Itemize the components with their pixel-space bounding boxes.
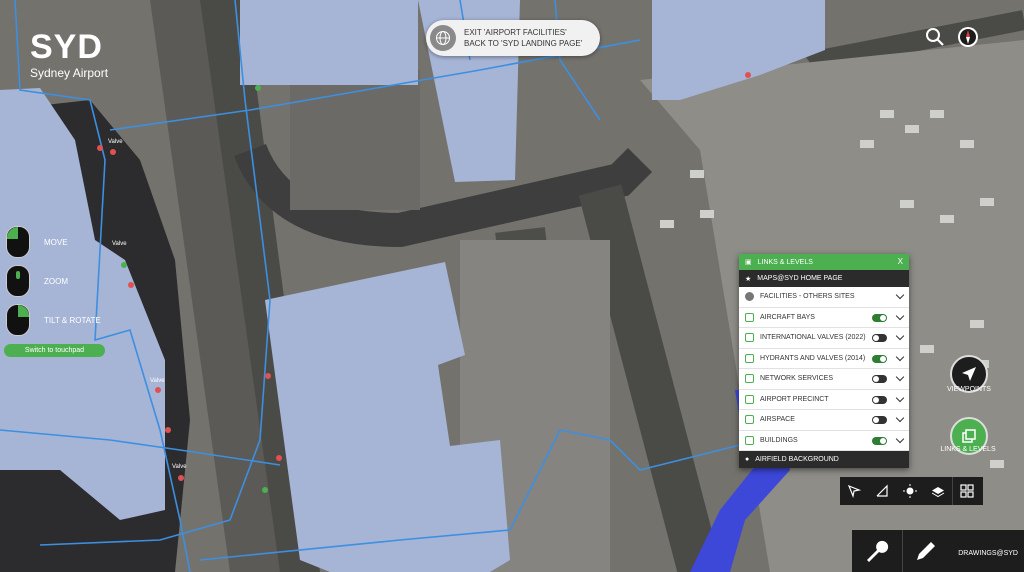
building-top-center: [240, 0, 418, 85]
logo-subtitle: Sydney Airport: [30, 66, 109, 80]
measure-angle-icon[interactable]: [868, 477, 896, 505]
layer-label: AIRPORT PRECINCT: [760, 395, 829, 403]
layer-icon: [745, 312, 754, 322]
facilities-icon: [745, 292, 754, 302]
chevron-down-icon[interactable]: [895, 372, 905, 382]
layer-icon: [745, 415, 754, 425]
layer-row-hydrants-valves[interactable]: HYDRANTS AND VALVES (2014): [739, 349, 909, 369]
layer-label: FACILITIES - OTHERS SITES: [760, 293, 855, 301]
grid-icon[interactable]: [952, 477, 981, 505]
layer-toggle[interactable]: [872, 354, 887, 363]
layer-label: AIRSPACE: [760, 416, 795, 424]
chevron-down-icon[interactable]: [895, 352, 905, 361]
dot-icon: ●: [745, 456, 750, 463]
control-move-label: MOVE: [44, 237, 68, 247]
layer-label: BUILDINGS: [760, 436, 798, 444]
control-zoom: ZOOM: [6, 265, 68, 297]
layer-toggle[interactable]: [872, 395, 887, 404]
svg-text:Valve: Valve: [172, 464, 187, 470]
chevron-down-icon[interactable]: [895, 290, 905, 300]
viewpoints-label: VIEWPOINTS: [947, 386, 991, 393]
layer-icon: [745, 353, 754, 363]
layer-icon: [745, 374, 754, 384]
exit-to-landing-button[interactable]: EXIT 'AIRPORT FACILITIES' BACK TO 'SYD L…: [426, 20, 600, 56]
layer-toggle[interactable]: [872, 334, 887, 342]
exit-line-2: BACK TO 'SYD LANDING PAGE': [464, 39, 583, 48]
control-zoom-label: ZOOM: [44, 276, 68, 286]
switch-to-touchpad-button[interactable]: Switch to touchpad: [4, 344, 105, 357]
drawings-label: DRAWINGS@SYD: [958, 550, 1018, 557]
links-levels-panel: ▣ LINKS & LEVELS X ★ MAPS@SYD HOME PAGE …: [739, 254, 909, 468]
chevron-down-icon[interactable]: [895, 393, 905, 402]
compass-icon[interactable]: [957, 26, 979, 48]
chevron-down-icon[interactable]: [895, 413, 905, 423]
chevron-down-icon[interactable]: [895, 434, 905, 443]
mouse-scroll-icon: [6, 265, 30, 297]
airfield-background-link[interactable]: ● AIRFIELD BACKGROUND: [739, 451, 909, 468]
control-tilt-label: TILT & ROTATE: [44, 315, 101, 325]
map-toolbar: [840, 477, 983, 505]
search-icon[interactable]: [924, 26, 946, 48]
layers-icon: ▣: [745, 259, 752, 266]
layer-row-aircraft-bays[interactable]: AIRCRAFT BAYS: [739, 308, 909, 328]
layer-icon: [745, 394, 754, 404]
mouse-left-icon: [6, 226, 30, 258]
layer-toggle[interactable]: [872, 375, 887, 383]
layer-label: HYDRANTS AND VALVES (2014): [760, 354, 866, 362]
layer-row-buildings[interactable]: BUILDINGS: [739, 431, 909, 451]
layer-row-network-services[interactable]: NETWORK SERVICES: [739, 369, 909, 390]
layer-icon: [745, 435, 754, 445]
wrench-icon[interactable]: [852, 530, 900, 572]
links-levels-label: LINKS & LEVELS: [940, 446, 996, 453]
layer-icon: [745, 333, 754, 343]
layer-toggle[interactable]: [872, 436, 887, 445]
layer-label: INTERNATIONAL VALVES (2022): [760, 334, 866, 342]
layers-stack-icon[interactable]: [924, 477, 952, 505]
control-move: MOVE: [6, 226, 68, 258]
panel-title: LINKS & LEVELS: [757, 258, 813, 266]
layer-row-airspace[interactable]: AIRSPACE: [739, 410, 909, 431]
maps-home-link[interactable]: ★ MAPS@SYD HOME PAGE: [739, 270, 909, 287]
layer-row-international-valves[interactable]: INTERNATIONAL VALVES (2022): [739, 328, 909, 349]
navigation-arrow-icon: [962, 367, 976, 381]
select-arrow-icon[interactable]: [840, 477, 868, 505]
globe-icon: [430, 25, 456, 51]
star-icon: ★: [745, 275, 752, 283]
panel-header: ▣ LINKS & LEVELS X: [739, 254, 909, 270]
layer-row-facilities[interactable]: FACILITIES - OTHERS SITES: [739, 287, 909, 308]
mouse-right-icon: [6, 304, 30, 336]
exit-line-1: EXIT 'AIRPORT FACILITIES': [464, 28, 567, 37]
pencil-icon[interactable]: [902, 530, 949, 572]
layers-icon: [962, 429, 976, 443]
chevron-down-icon[interactable]: [895, 331, 905, 341]
layer-label: AIRCRAFT BAYS: [760, 313, 815, 321]
svg-text:Valve: Valve: [150, 378, 165, 384]
layer-toggle[interactable]: [872, 416, 887, 424]
sydney-airport-logo: SYD Sydney Airport: [30, 30, 108, 80]
control-tilt-rotate: TILT & ROTATE: [6, 304, 101, 336]
maps-home-label: MAPS@SYD HOME PAGE: [757, 275, 843, 282]
chevron-down-icon[interactable]: [895, 311, 905, 320]
map-label-valve: Valve: [108, 139, 123, 145]
close-icon[interactable]: X: [898, 257, 903, 266]
layer-row-airport-precinct[interactable]: AIRPORT PRECINCT: [739, 390, 909, 410]
svg-text:Valve: Valve: [112, 241, 127, 247]
logo-text: SYD: [30, 28, 103, 66]
drawings-bar: DRAWINGS@SYD: [852, 530, 1024, 572]
layer-label: NETWORK SERVICES: [760, 375, 833, 383]
sun-icon[interactable]: [896, 477, 924, 505]
layer-toggle[interactable]: [872, 313, 887, 322]
airfield-background-label: AIRFIELD BACKGROUND: [755, 456, 839, 463]
